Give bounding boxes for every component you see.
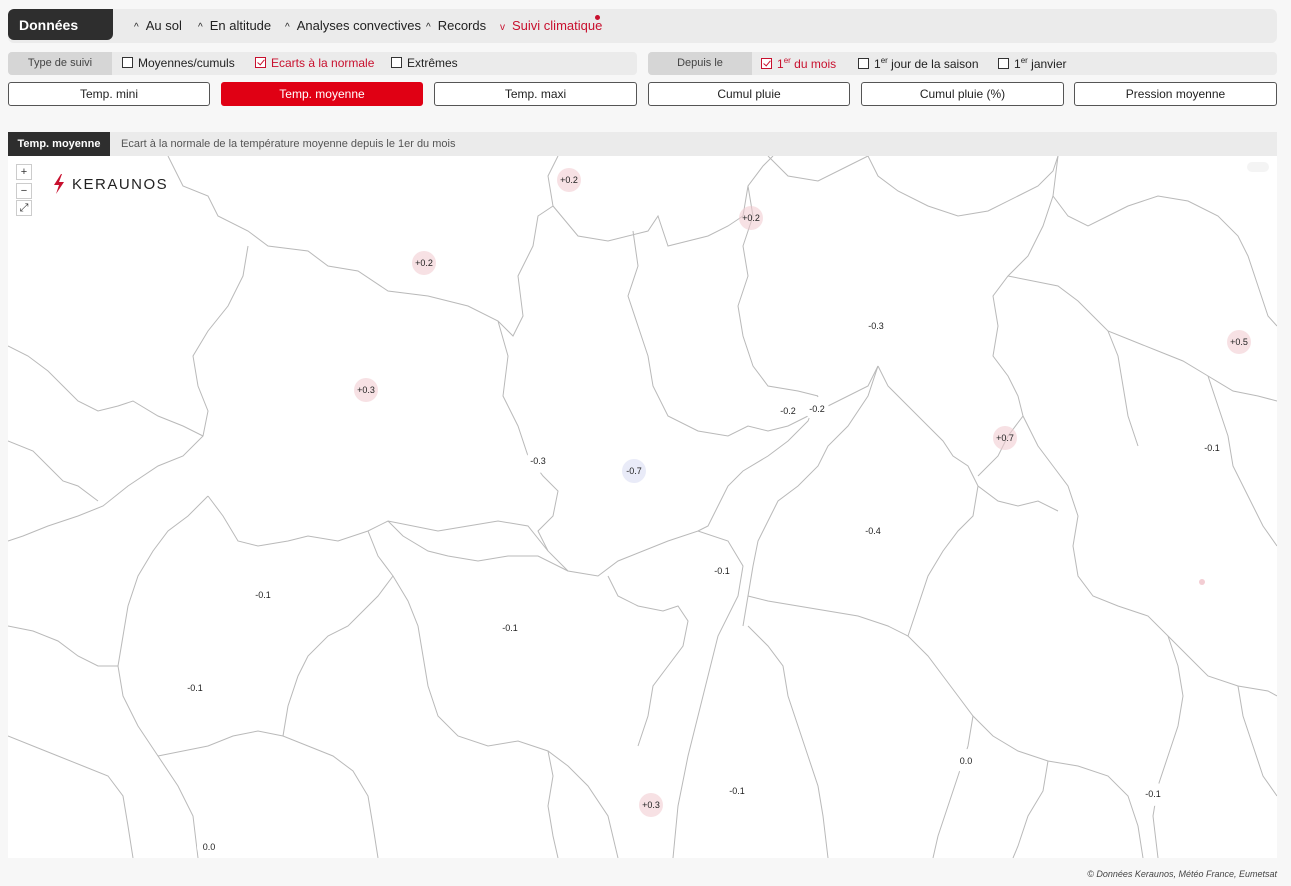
zoom-out-button[interactable]: −	[16, 183, 32, 199]
nav-label: Au sol	[145, 18, 182, 33]
checkbox-ecarts-normale[interactable]: Ecarts à la normale	[255, 56, 374, 70]
nav-suivi-climatique[interactable]: v Suivi climatique	[500, 18, 602, 33]
station-value[interactable]: -0.1	[710, 559, 734, 583]
chevron-down-icon: v	[500, 22, 505, 33]
checkbox-icon	[122, 57, 133, 68]
map-description: Ecart à la normale de la température moy…	[121, 138, 456, 150]
type-suivi-label: Type de suivi	[8, 52, 112, 75]
depuis-bar: Depuis le 1er du mois 1er jour de la sai…	[648, 52, 1277, 75]
checkbox-label: du mois	[790, 57, 837, 71]
station-value[interactable]: -0.1	[183, 676, 207, 700]
checkbox-checked-icon	[761, 58, 772, 69]
map-header: Temp. moyenne Ecart à la normale de la t…	[8, 132, 1277, 156]
ordinal: 1	[1014, 57, 1021, 71]
checkbox-1er-janvier[interactable]: 1er janvier	[998, 56, 1067, 71]
checkbox-extremes[interactable]: Extrêmes	[391, 56, 458, 70]
zoom-in-button[interactable]: +	[16, 164, 32, 180]
ordinal-suffix: er	[783, 56, 791, 65]
nav-label: Suivi climatique	[512, 18, 603, 33]
top-navigation: Données ^ Au sol ^ En altitude ^ Analyses c…	[8, 9, 1277, 43]
station-value[interactable]: +0.7	[993, 426, 1017, 450]
station-value[interactable]: 0.0	[197, 835, 221, 858]
ordinal: 1	[874, 57, 881, 71]
checkbox-1er-jour-saison[interactable]: 1er jour de la saison	[858, 56, 979, 71]
station-value[interactable]: -0.2	[805, 397, 829, 421]
nav-au-sol[interactable]: ^ Au sol	[134, 18, 182, 33]
nav-label: En altitude	[209, 18, 272, 33]
checkbox-moyennes-cumuls[interactable]: Moyennes/cumuls	[122, 56, 235, 70]
station-value[interactable]: -0.4	[861, 519, 885, 543]
station-value[interactable]: +0.3	[639, 793, 663, 817]
station-value[interactable]: +0.3	[354, 378, 378, 402]
station-value[interactable]: -0.1	[1141, 782, 1165, 806]
nav-records[interactable]: ^ Records	[426, 18, 486, 33]
ordinal: 1	[777, 57, 784, 71]
station-value[interactable]: -0.1	[725, 779, 749, 803]
ordinal-suffix: er	[1020, 56, 1028, 65]
nav-label: Analyses convectives	[296, 18, 421, 33]
checkbox-label: Extrêmes	[407, 56, 458, 70]
station-value[interactable]: -0.1	[251, 583, 275, 607]
station-value[interactable]: +0.2	[557, 168, 581, 192]
department-borders	[8, 156, 1277, 858]
nav-label: Records	[437, 18, 487, 33]
logo-text: KERAUNOS	[72, 175, 169, 193]
checkbox-icon	[998, 58, 1009, 69]
chevron-up-icon: ^	[426, 22, 431, 33]
cumul-pluie-button[interactable]: Cumul pluie	[648, 82, 850, 106]
lightning-icon	[54, 174, 64, 194]
map-title: Temp. moyenne	[8, 132, 110, 156]
station-value[interactable]: -0.3	[864, 314, 888, 338]
cumul-pluie-pct-button[interactable]: Cumul pluie (%)	[861, 82, 1064, 106]
station-value[interactable]: +0.2	[739, 206, 763, 230]
checkbox-label: janvier	[1027, 57, 1067, 71]
station-marker[interactable]	[1199, 579, 1205, 585]
station-value[interactable]: 0.0	[954, 749, 978, 773]
checkbox-icon	[391, 57, 402, 68]
station-value[interactable]: +0.5	[1227, 330, 1251, 354]
map-control-pill[interactable]	[1247, 162, 1269, 172]
checkbox-checked-icon	[255, 57, 266, 68]
station-value[interactable]: +0.2	[412, 251, 436, 275]
chevron-up-icon: ^	[285, 22, 290, 33]
ordinal-suffix: er	[880, 56, 888, 65]
chevron-up-icon: ^	[198, 22, 203, 33]
map-canvas[interactable]: + − ⤢ KERAUNOS +0.2 +0.2 +0.2 +0.3 -0.3 …	[8, 156, 1277, 858]
keraunos-logo: KERAUNOS	[52, 174, 168, 194]
nav-analyses-convectives[interactable]: ^ Analyses convectives	[285, 18, 421, 33]
temp-mini-button[interactable]: Temp. mini	[8, 82, 210, 106]
temp-maxi-button[interactable]: Temp. maxi	[434, 82, 637, 106]
temp-moyenne-button[interactable]: Temp. moyenne	[221, 82, 423, 106]
station-value[interactable]: -0.1	[498, 616, 522, 640]
notification-dot	[595, 15, 600, 20]
checkbox-icon	[858, 58, 869, 69]
checkbox-label: Ecarts à la normale	[271, 56, 375, 70]
chevron-up-icon: ^	[134, 22, 139, 33]
depuis-label: Depuis le	[648, 52, 752, 75]
station-value[interactable]: -0.2	[776, 399, 800, 423]
station-value[interactable]: -0.7	[622, 459, 646, 483]
station-value[interactable]: -0.1	[1200, 436, 1224, 460]
type-suivi-bar: Type de suivi Moyennes/cumuls Ecarts à l…	[8, 52, 637, 75]
pression-moyenne-button[interactable]: Pression moyenne	[1074, 82, 1277, 106]
nav-en-altitude[interactable]: ^ En altitude	[198, 18, 271, 33]
data-credit: © Données Keraunos, Météo France, Eumets…	[1087, 869, 1277, 879]
station-value[interactable]: -0.3	[526, 449, 550, 473]
section-title: Données	[8, 9, 113, 40]
checkbox-label: jour de la saison	[887, 57, 979, 71]
fullscreen-icon[interactable]: ⤢	[16, 200, 32, 216]
checkbox-label: Moyennes/cumuls	[138, 56, 235, 70]
checkbox-1er-du-mois[interactable]: 1er du mois	[761, 56, 836, 71]
